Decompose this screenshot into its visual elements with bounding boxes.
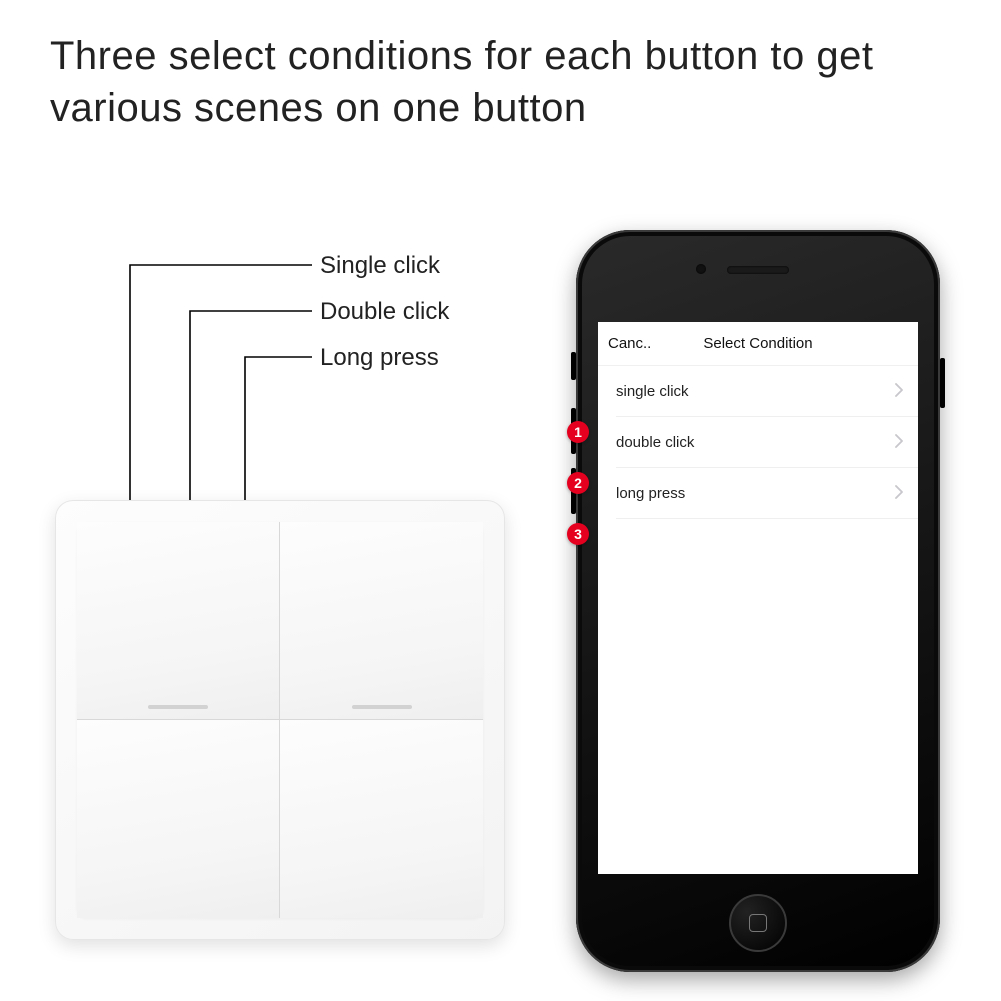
switch-button-3[interactable] <box>77 720 280 918</box>
callout-label-double-click: Double click <box>320 298 449 326</box>
condition-row-double-click[interactable]: double click <box>598 417 918 468</box>
badge-3: 3 <box>567 523 589 545</box>
home-square-icon <box>749 914 767 932</box>
phone-mute-switch <box>571 352 576 380</box>
switch-button-4[interactable] <box>280 720 483 918</box>
phone-home-button[interactable] <box>729 894 787 952</box>
callout-label-single-click: Single click <box>320 252 440 280</box>
chevron-right-icon <box>895 383 904 401</box>
row-label: double click <box>616 434 694 451</box>
chevron-right-icon <box>895 434 904 452</box>
phone-screen: Canc.. Select Condition single click dou… <box>598 322 918 874</box>
headline-text: Three select conditions for each button … <box>50 30 961 134</box>
cancel-button[interactable]: Canc.. <box>608 335 651 352</box>
phone-power-button <box>940 358 945 408</box>
switch-button-1[interactable] <box>77 522 280 720</box>
switch-button-2[interactable] <box>280 522 483 720</box>
badge-2: 2 <box>567 472 589 494</box>
badge-1: 1 <box>567 421 589 443</box>
condition-list: single click double click long press <box>598 366 918 519</box>
row-label: single click <box>616 383 689 400</box>
chevron-right-icon <box>895 485 904 503</box>
phone-mockup: 1 2 3 Canc.. Select Condition single cli… <box>576 230 940 972</box>
callout-label-long-press: Long press <box>320 344 439 372</box>
wall-switch-device <box>55 500 505 940</box>
nav-bar: Canc.. Select Condition <box>598 322 918 366</box>
condition-row-single-click[interactable]: single click <box>598 366 918 417</box>
condition-row-long-press[interactable]: long press <box>598 468 918 519</box>
row-label: long press <box>616 485 685 502</box>
